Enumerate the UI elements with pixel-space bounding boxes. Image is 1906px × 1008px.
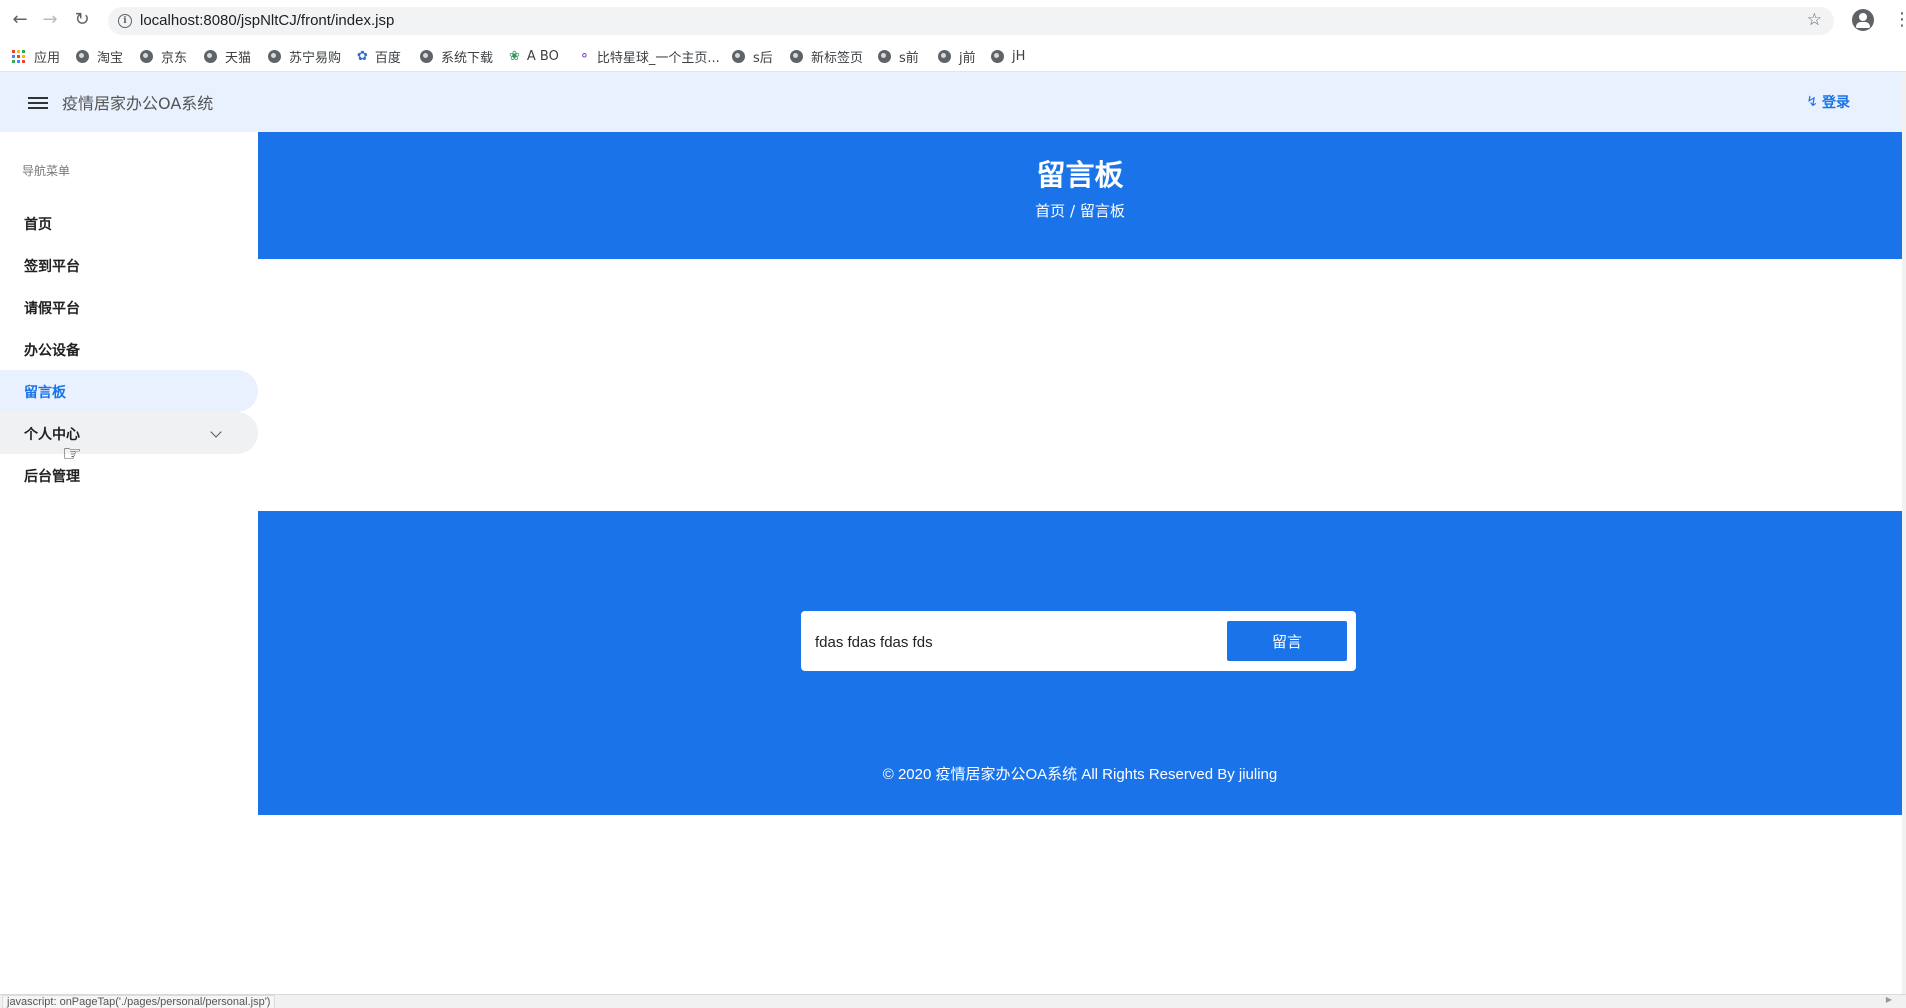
bookmark-item[interactable]: 苏宁易购	[268, 47, 342, 66]
sidebar-item-label: 请假平台	[24, 301, 80, 317]
sidebar-item-checkin[interactable]: 签到平台	[0, 244, 258, 286]
status-bar: javascript: onPageTap('./pages/personal/…	[0, 994, 1906, 1008]
page-title: 留言板	[1036, 158, 1124, 192]
bookmark-label: j前	[959, 50, 976, 66]
hamburger-menu-icon[interactable]	[28, 97, 48, 109]
planet-icon: ⚬	[579, 48, 590, 64]
breadcrumb-separator: /	[1069, 202, 1076, 220]
chevron-down-icon[interactable]	[210, 426, 222, 438]
bookmark-label: s前	[899, 50, 919, 66]
bookmark-label: 系统下载	[441, 50, 494, 66]
sidebar-item-home[interactable]: 首页	[0, 202, 258, 244]
message-input[interactable]	[813, 621, 1217, 663]
bookmark-item[interactable]: 新标签页	[790, 47, 864, 66]
scroll-right-arrow-icon[interactable]: ▶	[1886, 995, 1892, 1004]
bookmark-item[interactable]: s后	[732, 47, 773, 66]
login-label: 登录	[1822, 95, 1850, 111]
globe-icon	[732, 49, 745, 63]
bookmark-apps[interactable]: 应用	[12, 47, 61, 66]
footer-copyright: © 2020 疫情居家办公OA系统 All Rights Reserved By…	[882, 766, 1278, 783]
submit-message-button[interactable]: 留言	[1227, 621, 1347, 661]
status-link-preview: javascript: onPageTap('./pages/personal/…	[2, 995, 276, 1008]
bookmarks-bar: 应用 淘宝 京东 天猫 苏宁易购 ✿ 百度 系统下载 ❀ A BO ⚬ 比特星球…	[0, 41, 1906, 72]
sidebar-item-admin[interactable]: 后台管理	[0, 454, 258, 496]
sidebar-item-office-equipment[interactable]: 办公设备	[0, 328, 258, 370]
globe-icon	[268, 49, 281, 63]
message-list-area	[258, 259, 1902, 511]
sidebar-item-label: 留言板	[24, 385, 66, 401]
bookmark-label: 百度	[374, 50, 401, 66]
bookmark-label: 天猫	[225, 50, 252, 66]
browser-toolbar: ← → ↻ i localhost:8080/jspNltCJ/front/in…	[0, 0, 1906, 41]
app-title: 疫情居家办公OA系统	[62, 94, 214, 113]
vertical-scrollbar[interactable]	[1902, 72, 1906, 994]
url-text[interactable]: localhost:8080/jspNltCJ/front/index.jsp	[140, 12, 394, 29]
bookmark-star-icon[interactable]: ☆	[1807, 10, 1822, 30]
globe-icon	[878, 49, 891, 63]
globe-icon	[991, 49, 1004, 63]
breadcrumb-home[interactable]: 首页	[1035, 202, 1065, 220]
profile-avatar-icon[interactable]	[1852, 9, 1874, 31]
globe-icon	[140, 49, 153, 63]
sidebar-item-label: 首页	[24, 217, 52, 233]
bookmark-item[interactable]: jH	[991, 47, 1025, 65]
bookmark-label: 淘宝	[97, 50, 124, 66]
sidebar-item-label: 个人中心	[24, 427, 80, 443]
bookmark-item[interactable]: j前	[938, 47, 976, 66]
globe-icon	[790, 49, 803, 63]
globe-icon	[76, 49, 89, 63]
bookmark-label: 京东	[161, 50, 188, 66]
bookmark-item[interactable]: 天猫	[204, 47, 252, 66]
reload-icon[interactable]: ↻	[70, 8, 94, 32]
info-icon[interactable]: i	[118, 14, 132, 28]
login-link[interactable]: ↯ 登录	[1806, 92, 1850, 112]
bookmark-item[interactable]: ⚬ 比特星球_一个主页...	[579, 47, 720, 66]
app-header: 疫情居家办公OA系统 ↯ 登录	[0, 72, 1906, 132]
bookmark-label: 苏宁易购	[289, 50, 342, 66]
address-bar[interactable]: i localhost:8080/jspNltCJ/front/index.js…	[108, 7, 1834, 35]
message-form: 留言	[801, 611, 1356, 671]
leaf-icon: ❀	[509, 48, 520, 64]
sidebar-item-message-board[interactable]: 留言板	[0, 370, 258, 412]
sidebar-heading: 导航菜单	[22, 164, 71, 178]
globe-icon	[204, 49, 217, 63]
sidebar-nav: 导航菜单 首页 签到平台 请假平台 办公设备 留言板 个人中心 后台管理	[0, 132, 258, 994]
apps-grid-icon	[12, 49, 25, 63]
sidebar-item-leave[interactable]: 请假平台	[0, 286, 258, 328]
message-section: 留言 © 2020 疫情居家办公OA系统 All Rights Reserved…	[258, 511, 1902, 815]
bookmark-label: 新标签页	[811, 50, 864, 66]
sidebar-item-label: 办公设备	[24, 343, 80, 359]
lightning-icon: ↯	[1806, 94, 1818, 110]
bookmark-item[interactable]: ✿ 百度	[357, 47, 401, 66]
page-banner: 留言板 首页 / 留言板	[258, 132, 1902, 259]
bookmark-item[interactable]: s前	[878, 47, 919, 66]
bookmark-item[interactable]: 京东	[140, 47, 188, 66]
bookmark-item[interactable]: 淘宝	[76, 47, 124, 66]
forward-arrow-icon[interactable]: →	[38, 8, 62, 32]
bookmark-label: jH	[1012, 48, 1026, 64]
bookmark-label: 比特星球_一个主页...	[596, 50, 720, 66]
breadcrumb: 首页 / 留言板	[258, 200, 1902, 221]
bookmark-label: 应用	[34, 50, 61, 66]
globe-icon	[938, 49, 951, 63]
sidebar-item-personal-center[interactable]: 个人中心	[0, 412, 258, 454]
back-arrow-icon[interactable]: ←	[8, 8, 32, 32]
bookmark-label: s后	[753, 50, 773, 66]
globe-icon	[420, 49, 433, 63]
bookmark-item[interactable]: 系统下载	[420, 47, 494, 66]
bookmark-label: A BO	[526, 48, 559, 64]
sidebar-item-label: 后台管理	[24, 469, 80, 485]
browser-menu-icon[interactable]: ⋮	[1893, 8, 1906, 32]
breadcrumb-current: 留言板	[1079, 202, 1125, 220]
bookmark-item[interactable]: ❀ A BO	[509, 47, 559, 65]
baidu-paw-icon: ✿	[357, 48, 368, 64]
sidebar-item-label: 签到平台	[24, 259, 80, 275]
